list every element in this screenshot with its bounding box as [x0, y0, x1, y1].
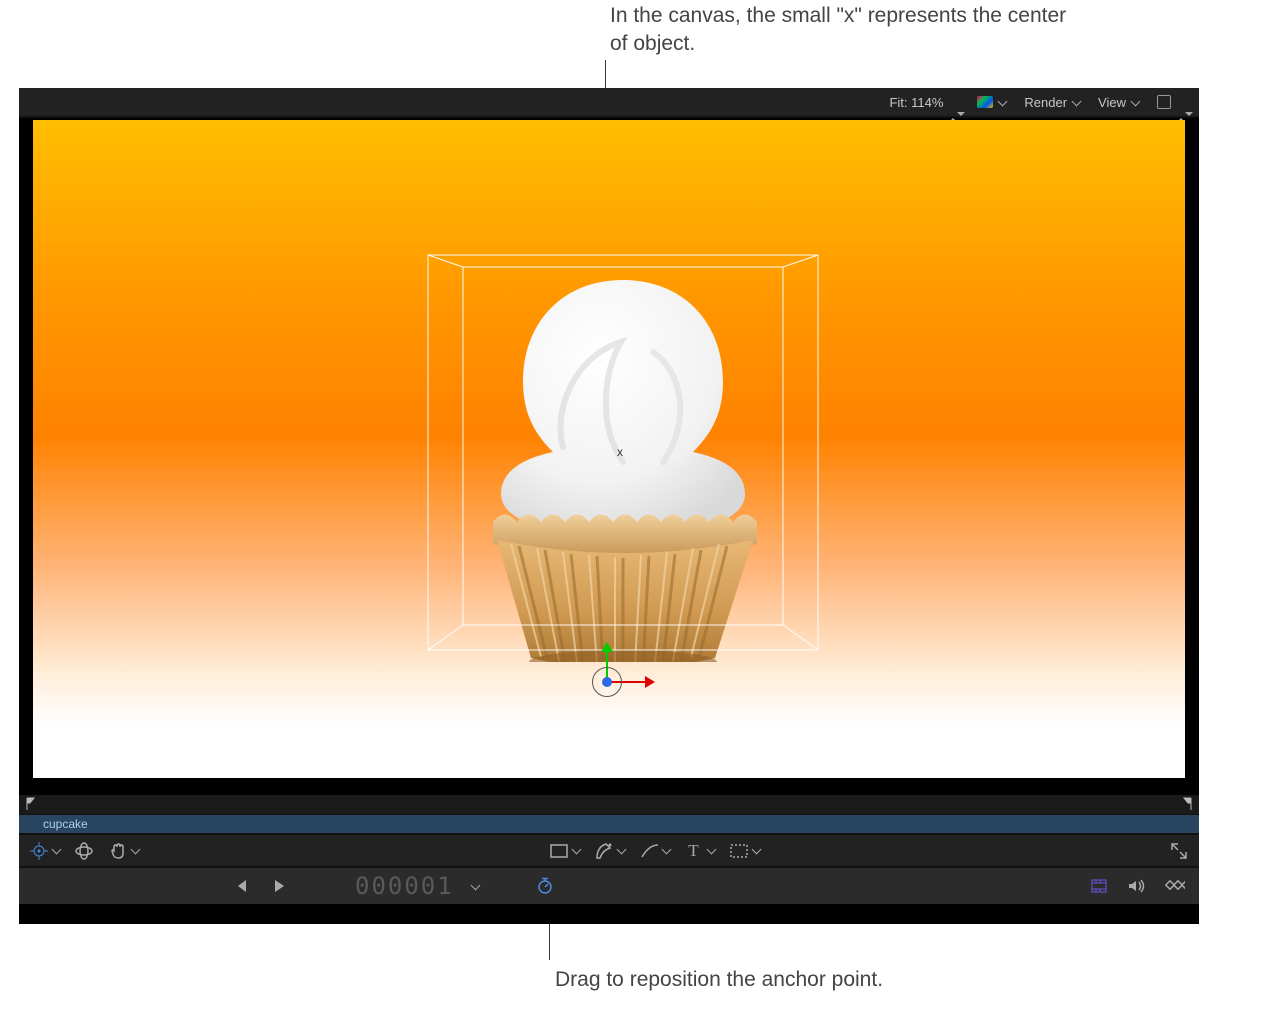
rectangle-icon	[549, 841, 569, 861]
chevron-down-icon	[618, 843, 625, 858]
viewer-top-bar: Fit: 114% Render View	[19, 88, 1199, 118]
audio-mute-button[interactable]	[1127, 876, 1147, 896]
keyframe-editor-button[interactable]	[1165, 876, 1185, 896]
zoom-fit-label: Fit: 114%	[889, 95, 943, 110]
timecode-menu[interactable]	[472, 879, 479, 894]
expand-hud-button[interactable]	[1169, 841, 1189, 861]
render-label: Render	[1024, 95, 1067, 110]
in-point-marker-icon[interactable]	[25, 797, 37, 814]
viewer-gutter-left	[19, 118, 33, 794]
3d-transform-tool[interactable]	[74, 841, 94, 861]
record-timing-button[interactable]	[535, 876, 555, 896]
square-icon	[1157, 95, 1171, 109]
expand-arrows-icon	[1169, 841, 1189, 861]
chevron-down-icon	[663, 843, 670, 858]
view-menu[interactable]: View	[1098, 95, 1139, 110]
play-button[interactable]	[269, 876, 289, 896]
skip-back-icon	[231, 876, 251, 896]
callout-bottom: Drag to reposition the anchor point.	[555, 966, 1155, 994]
render-menu[interactable]: Render	[1024, 95, 1080, 110]
updown-arrows-icon	[1177, 96, 1187, 108]
pen-bezier-icon	[594, 841, 614, 861]
anchor-target-icon	[29, 841, 49, 861]
chevron-down-icon	[708, 843, 715, 858]
center-marker-x: x	[617, 445, 623, 459]
viewer-gutter-right	[1185, 118, 1199, 794]
transport-bar: 000001	[19, 868, 1199, 904]
app-window: Fit: 114% Render View	[19, 88, 1199, 924]
updown-arrows-icon	[949, 96, 959, 108]
anchor-point-tool[interactable]	[29, 841, 60, 861]
go-to-start-button[interactable]	[231, 876, 251, 896]
chevron-down-icon	[999, 95, 1006, 110]
hand-icon	[108, 841, 128, 861]
pan-tool[interactable]	[108, 841, 139, 861]
stopwatch-icon	[535, 876, 555, 896]
mini-timeline-ruler[interactable]	[19, 794, 1199, 814]
mask-rectangle-icon	[729, 841, 749, 861]
play-icon	[269, 876, 289, 896]
cupcake-object[interactable]	[453, 262, 793, 662]
color-swatch-icon	[977, 96, 993, 108]
keyframes-icon	[1165, 876, 1185, 896]
timecode-display[interactable]: 000001	[355, 872, 454, 900]
anchor-dot-icon[interactable]	[602, 677, 612, 687]
filmstrip-icon	[1089, 876, 1109, 896]
chevron-down-icon	[753, 843, 760, 858]
canvas[interactable]: x	[33, 120, 1185, 778]
show-timeline-button[interactable]	[1089, 876, 1109, 896]
mask-rectangle-tool[interactable]	[729, 841, 760, 861]
text-t-icon: T	[684, 841, 704, 861]
out-point-marker-icon[interactable]	[1181, 797, 1193, 814]
paint-stroke-tool[interactable]	[639, 841, 670, 861]
chevron-down-icon	[1132, 95, 1139, 110]
chevron-down-icon	[472, 879, 479, 894]
timeline-clip-name: cupcake	[43, 817, 88, 831]
toolbar: T	[19, 834, 1199, 868]
viewer: x	[19, 118, 1199, 794]
zoom-fit-control[interactable]: Fit: 114%	[889, 95, 959, 110]
chevron-down-icon	[132, 843, 139, 858]
rectangle-shape-tool[interactable]	[549, 841, 580, 861]
chevron-down-icon	[573, 843, 580, 858]
orbit-3d-icon	[74, 841, 94, 861]
timeline-clip[interactable]: cupcake	[19, 814, 1199, 834]
callout-top: In the canvas, the small "x" represents …	[610, 2, 1070, 59]
view-label: View	[1098, 95, 1126, 110]
anchor-point-gizmo[interactable]	[603, 648, 673, 708]
view-layout-control[interactable]	[1157, 95, 1187, 109]
speaker-icon	[1127, 876, 1147, 896]
chevron-down-icon	[1073, 95, 1080, 110]
brush-stroke-icon	[639, 841, 659, 861]
chevron-down-icon	[53, 843, 60, 858]
color-channel-control[interactable]	[977, 95, 1006, 110]
pen-tool[interactable]	[594, 841, 625, 861]
text-tool[interactable]: T	[684, 841, 715, 861]
